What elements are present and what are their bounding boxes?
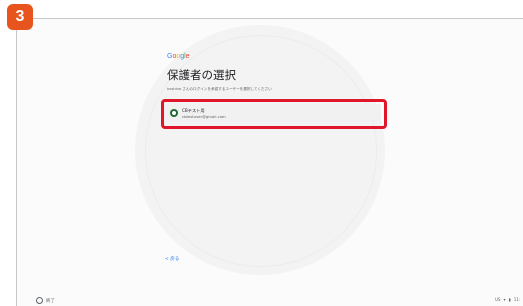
settings-icon bbox=[36, 297, 43, 304]
back-button[interactable]: < 戻る bbox=[165, 256, 179, 262]
shelf-exit-label: 終了 bbox=[46, 299, 55, 304]
input-method-indicator: US bbox=[495, 297, 501, 302]
highlight-box bbox=[161, 99, 387, 129]
shelf-exit-button[interactable]: 終了 bbox=[36, 297, 55, 304]
clock-text: 11: bbox=[513, 297, 521, 302]
step-number-badge: 3 bbox=[7, 4, 33, 30]
wifi-icon: ▾ bbox=[503, 297, 506, 302]
page-title: 保護者の選択 bbox=[167, 68, 236, 82]
chromebook-screen: Google 保護者の選択 hoshino さんのログインを承認するユーザーを選… bbox=[16, 18, 523, 306]
status-tray[interactable]: US ▾ ▮ 11: bbox=[492, 297, 520, 302]
page-subtitle: hoshino さんのログインを承認するユーザーを選択してください bbox=[167, 87, 272, 91]
google-logo-letter: e bbox=[185, 53, 190, 60]
google-logo: Google bbox=[167, 53, 190, 60]
battery-icon: ▮ bbox=[508, 297, 511, 302]
